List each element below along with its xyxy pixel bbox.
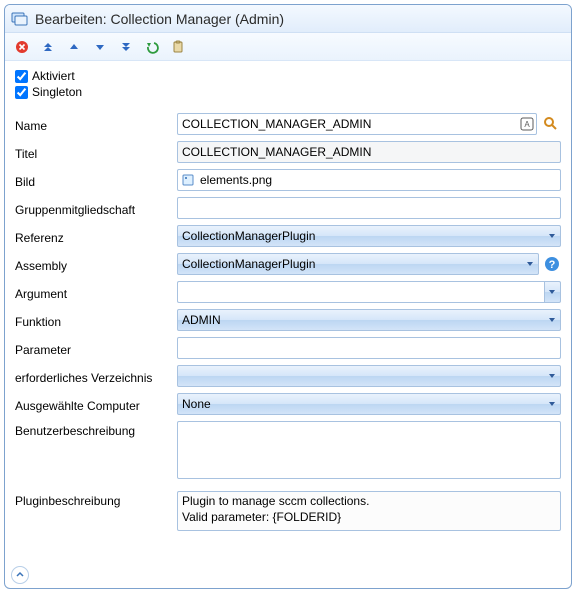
panel-title: Bearbeiten: Collection Manager (Admin) <box>35 11 284 27</box>
image-label: Bild <box>15 172 177 189</box>
name-input[interactable] <box>177 113 537 135</box>
help-icon[interactable]: ? <box>543 256 561 272</box>
singleton-checkbox-row[interactable]: Singleton <box>15 85 561 99</box>
plugdesc-label: Pluginbeschreibung <box>15 491 177 508</box>
translate-icon[interactable]: A <box>520 117 534 131</box>
move-top-button[interactable] <box>37 36 59 58</box>
title-label: Titel <box>15 144 177 161</box>
argument-input[interactable] <box>177 281 544 303</box>
chevron-down-icon <box>548 316 556 324</box>
delete-button[interactable] <box>11 36 33 58</box>
move-bottom-button[interactable] <box>115 36 137 58</box>
group-label: Gruppenmitgliedschaft <box>15 200 177 217</box>
file-icon <box>181 173 195 187</box>
activated-label: Aktiviert <box>32 69 75 83</box>
singleton-checkbox[interactable] <box>15 86 28 99</box>
reqdir-label: erforderliches Verzeichnis <box>15 368 177 385</box>
assembly-value: CollectionManagerPlugin <box>182 257 315 271</box>
assembly-combo[interactable]: CollectionManagerPlugin <box>177 253 539 275</box>
selcomp-label: Ausgewählte Computer <box>15 396 177 413</box>
collapse-button[interactable] <box>11 566 29 584</box>
toolbar <box>5 33 571 61</box>
selcomp-combo[interactable]: None <box>177 393 561 415</box>
userdesc-label: Benutzerbeschreibung <box>15 421 177 438</box>
group-input[interactable] <box>177 197 561 219</box>
userdesc-textarea[interactable] <box>177 421 561 479</box>
chevron-down-icon <box>548 400 556 408</box>
move-up-button[interactable] <box>63 36 85 58</box>
chevron-down-icon <box>548 232 556 240</box>
image-input[interactable] <box>177 169 561 191</box>
svg-text:?: ? <box>549 259 556 271</box>
argument-dropdown-button[interactable] <box>544 281 561 303</box>
parameter-input[interactable] <box>177 337 561 359</box>
undo-button[interactable] <box>141 36 163 58</box>
function-value: ADMIN <box>182 313 221 327</box>
panel-header: Bearbeiten: Collection Manager (Admin) <box>5 5 571 33</box>
assembly-label: Assembly <box>15 256 177 273</box>
chevron-down-icon <box>526 260 534 268</box>
activated-checkbox[interactable] <box>15 70 28 83</box>
reference-value: CollectionManagerPlugin <box>182 229 315 243</box>
function-label: Funktion <box>15 312 177 329</box>
activated-checkbox-row[interactable]: Aktiviert <box>15 69 561 83</box>
name-label: Name <box>15 116 177 133</box>
lookup-button[interactable] <box>541 114 561 134</box>
reqdir-combo[interactable] <box>177 365 561 387</box>
singleton-label: Singleton <box>32 85 82 99</box>
title-input <box>177 141 561 163</box>
paste-button[interactable] <box>167 36 189 58</box>
function-combo[interactable]: ADMIN <box>177 309 561 331</box>
plugdesc-textarea <box>177 491 561 531</box>
argument-label: Argument <box>15 284 177 301</box>
parameter-label: Parameter <box>15 340 177 357</box>
window-icon <box>11 10 29 28</box>
chevron-down-icon <box>548 372 556 380</box>
move-down-button[interactable] <box>89 36 111 58</box>
reference-combo[interactable]: CollectionManagerPlugin <box>177 225 561 247</box>
selcomp-value: None <box>182 397 211 411</box>
svg-text:A: A <box>524 120 530 129</box>
reference-label: Referenz <box>15 228 177 245</box>
